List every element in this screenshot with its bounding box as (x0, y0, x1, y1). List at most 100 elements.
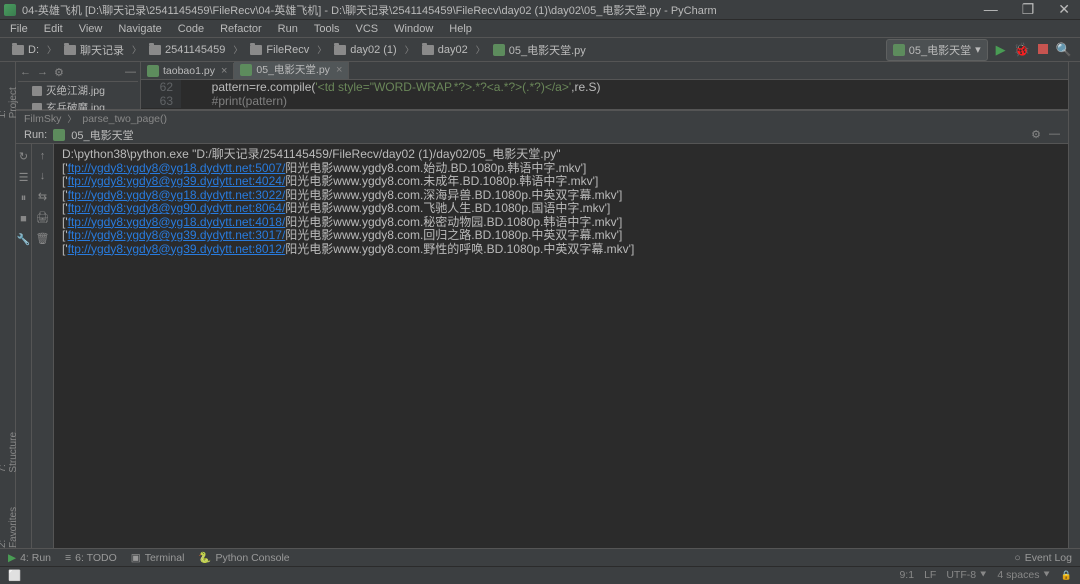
menu-file[interactable]: File (4, 23, 34, 35)
breadcrumb-method[interactable]: parse_two_page() (82, 113, 167, 125)
encoding[interactable]: UTF-8 ⯆ (946, 569, 987, 582)
run-config-dropdown[interactable]: 05_电影天堂 ▾ (886, 39, 988, 61)
crumb-file[interactable]: 05_电影天堂.py (489, 41, 590, 59)
bottom-terminal[interactable]: ▣ Terminal (131, 551, 185, 564)
path-breadcrumbs: D:〉 聊天记录〉 2541145459〉 FileRecv〉 day02 (1… (8, 41, 590, 59)
toggle-icon[interactable]: ☰ (19, 171, 29, 184)
debug-button[interactable]: 🐞 (1014, 42, 1030, 58)
folder-icon (250, 45, 262, 55)
menu-navigate[interactable]: Navigate (112, 23, 167, 35)
status-icon[interactable]: ⬜ (8, 569, 21, 582)
file-tab[interactable]: 05_电影天堂.py× (234, 62, 349, 79)
code-line[interactable]: 62 pattern=re.compile('<td style="WORD-W… (141, 80, 1068, 94)
menu-code[interactable]: Code (172, 23, 210, 35)
print-icon[interactable]: 🖨 (36, 211, 50, 224)
cursor-position[interactable]: 9:1 (899, 569, 914, 582)
menu-edit[interactable]: Edit (38, 23, 69, 35)
run-tool-strip-2: ↑ ↓ ⇆ 🖨 🗑 (32, 144, 54, 548)
down-icon[interactable]: ↓ (40, 170, 46, 182)
menu-tools[interactable]: Tools (308, 23, 346, 35)
breadcrumb-class[interactable]: FilmSky (24, 113, 61, 125)
folder-icon (422, 45, 434, 55)
close-icon[interactable]: × (221, 65, 227, 77)
minimize-icon[interactable]: — (125, 66, 136, 79)
trash-icon[interactable]: 🗑 (36, 232, 50, 245)
folder-icon (12, 45, 24, 55)
bottom-tool-bar: ▶4: Run ≡ 6: TODO ▣ Terminal 🐍 Python Co… (0, 548, 1080, 566)
console-line: D:\python38\python.exe "D:/聊天记录/25411454… (62, 148, 1060, 162)
crumb[interactable]: 聊天记录 (60, 41, 128, 59)
stop-icon[interactable]: ■ (20, 213, 27, 225)
console-line: ['ftp://ygdy8:ygdy8@yg39.dydytt.net:8012… (62, 243, 1060, 257)
lock-icon[interactable] (1061, 569, 1072, 582)
navigation-bar: D:〉 聊天记录〉 2541145459〉 FileRecv〉 day02 (1… (0, 38, 1080, 62)
console-line: ['ftp://ygdy8:ygdy8@yg39.dydytt.net:3017… (62, 229, 1060, 243)
crumb-drive[interactable]: D: (8, 43, 43, 57)
gear-icon[interactable]: ⚙ (1031, 128, 1041, 141)
menu-bar: File Edit View Navigate Code Refactor Ru… (0, 20, 1080, 38)
close-button[interactable]: ✕ (1052, 1, 1076, 18)
console-line: ['ftp://ygdy8:ygdy8@yg18.dydytt.net:3022… (62, 189, 1060, 203)
bottom-run[interactable]: ▶4: Run (8, 551, 51, 564)
editor-panel: taobao1.py× 05_电影天堂.py× 62 pattern=re.co… (141, 62, 1068, 109)
window-controls: — ❐ ✕ (978, 1, 1076, 18)
crumb[interactable]: FileRecv (246, 43, 313, 57)
wrap-icon[interactable]: ⇆ (38, 190, 47, 203)
console-line: ['ftp://ygdy8:ygdy8@yg18.dydytt.net:4018… (62, 216, 1060, 230)
run-panel: Run: 05_电影天堂 ⚙ — ↻ ☰ ⏸ ■ 🔧 ↑ (16, 126, 1068, 548)
code-line[interactable]: 63 #print(pattern) (141, 94, 1068, 108)
menu-help[interactable]: Help (443, 23, 478, 35)
project-tree: ← → ⚙ — 灭绝江湖.jpg 玄兵破魔.jpg 它功赠佛.jpg (16, 62, 141, 109)
tools-icon[interactable]: 🔧 (17, 233, 31, 246)
bottom-python-console[interactable]: 🐍 Python Console (198, 551, 289, 564)
file-tab[interactable]: taobao1.py× (141, 63, 234, 79)
bottom-event-log[interactable]: ○ Event Log (1014, 552, 1072, 564)
left-tool-strip: 1: Project 7: Structure 2: Favorites (0, 62, 16, 548)
sidebar-favorites[interactable]: 2: Favorites (0, 503, 19, 548)
folder-icon (149, 45, 161, 55)
minimize-button[interactable]: — (978, 1, 1004, 18)
python-icon (147, 65, 159, 77)
line-separator[interactable]: LF (924, 569, 936, 582)
menu-refactor[interactable]: Refactor (214, 23, 268, 35)
python-icon (893, 44, 905, 56)
console-output[interactable]: D:\python38\python.exe "D:/聊天记录/25411454… (54, 144, 1068, 548)
sidebar-structure[interactable]: 7: Structure (0, 428, 19, 473)
crumb[interactable]: day02 (418, 43, 472, 57)
run-tab-name[interactable]: 05_电影天堂 (71, 127, 133, 143)
stop-button[interactable] (1038, 42, 1048, 57)
console-line: ['ftp://ygdy8:ygdy8@yg90.dydytt.net:8064… (62, 202, 1060, 216)
title-bar: 04-英雄飞机 [D:\聊天记录\2541145459\FileRecv\04-… (0, 0, 1080, 20)
sidebar-project[interactable]: 1: Project (0, 82, 19, 118)
run-button[interactable]: ▶ (996, 42, 1006, 58)
python-icon (240, 64, 252, 76)
run-label: Run: (24, 129, 47, 141)
tree-item[interactable]: 灭绝江湖.jpg (18, 82, 138, 99)
app-icon (4, 4, 16, 16)
crumb[interactable]: 2541145459 (145, 43, 229, 57)
crumb[interactable]: day02 (1) (330, 43, 400, 57)
minimize-icon[interactable]: — (1049, 128, 1060, 141)
menu-view[interactable]: View (73, 23, 109, 35)
code-breadcrumb: FilmSky 〉 parse_two_page() (16, 110, 1068, 126)
close-icon[interactable]: × (336, 64, 342, 76)
pause-icon[interactable]: ⏸ (21, 192, 27, 205)
gear-icon[interactable]: ⚙ (54, 66, 64, 79)
status-bar: ⬜ 9:1 LF UTF-8 ⯆ 4 spaces ⯆ (0, 566, 1080, 584)
run-tool-strip-1: ↻ ☰ ⏸ ■ 🔧 (16, 144, 32, 548)
window-title: 04-英雄飞机 [D:\聊天记录\2541145459\FileRecv\04-… (22, 2, 717, 18)
bottom-todo[interactable]: ≡ 6: TODO (65, 551, 117, 564)
menu-window[interactable]: Window (388, 23, 439, 35)
indent[interactable]: 4 spaces ⯆ (997, 569, 1050, 582)
folder-icon (334, 45, 346, 55)
up-icon[interactable]: ↑ (40, 150, 46, 162)
right-tool-strip (1068, 62, 1080, 548)
search-button[interactable]: 🔍 (1056, 42, 1072, 58)
line-number: 62 (141, 80, 181, 94)
back-icon[interactable]: ← (20, 66, 31, 79)
menu-run[interactable]: Run (272, 23, 304, 35)
rerun-icon[interactable]: ↻ (19, 150, 28, 163)
forward-icon[interactable]: → (37, 66, 48, 79)
menu-vcs[interactable]: VCS (350, 23, 385, 35)
maximize-button[interactable]: ❐ (1016, 1, 1041, 18)
